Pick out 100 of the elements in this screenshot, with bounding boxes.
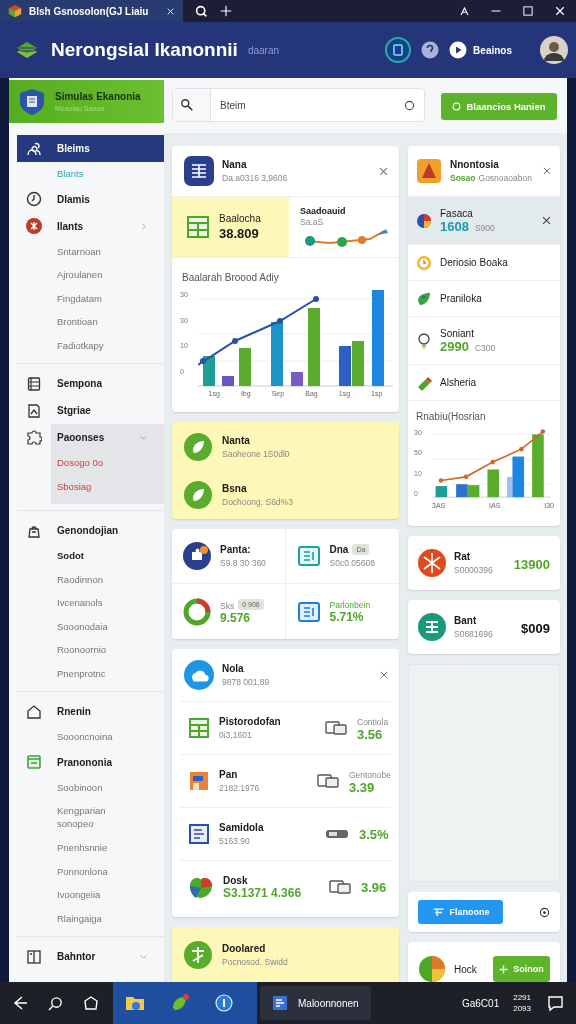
back-icon[interactable] xyxy=(12,995,28,1011)
note-text: Saoheone 1S0dl0 xyxy=(222,448,290,459)
sidebar-item[interactable]: Genondojian xyxy=(17,517,164,544)
chart-bar xyxy=(271,322,283,386)
taskbar-window[interactable]: Maloonnonen xyxy=(260,986,371,1020)
note-text: Dochoong. S6d%3 xyxy=(222,496,293,507)
list-item[interactable]: Fasaca 1608 S900 xyxy=(408,196,560,244)
play-icon[interactable] xyxy=(449,41,468,59)
sidebar-subitem[interactable]: Pnenprotnc xyxy=(17,661,164,685)
action-button[interactable]: Flanoone xyxy=(418,900,503,924)
list-item[interactable]: Soniant 2990 C300 xyxy=(408,316,560,364)
note-title: Nanta xyxy=(222,434,251,446)
cloud-icon xyxy=(184,660,214,690)
search-field[interactable]: Bteim xyxy=(172,88,425,122)
sidebar-subitem[interactable]: Sodot xyxy=(17,544,164,568)
sidebar-subitem[interactable]: Pnenhsnnie xyxy=(17,836,164,860)
sidebar-item[interactable]: Ilants xyxy=(17,212,164,240)
metric-value: 38.809 xyxy=(219,226,260,241)
sidebar-subitem[interactable]: Ajroulanen xyxy=(17,263,164,287)
add-button[interactable]: Soinon xyxy=(492,956,550,982)
search-input[interactable]: Bteim xyxy=(211,98,404,112)
browser-tab[interactable]: Blsh Gsnosolon(GJ Liaiu xyxy=(0,0,183,22)
sidebar-item[interactable]: Paoonses xyxy=(17,424,164,451)
list-item[interactable]: Deriosio Boaka xyxy=(408,244,560,280)
app-icon[interactable] xyxy=(385,37,412,63)
sidebar-subitem[interactable]: Roonoornio xyxy=(17,638,164,662)
sidebar-item[interactable]: Stgriae xyxy=(17,397,164,424)
sidebar-subitem[interactable]: Ponnonlona xyxy=(17,859,164,883)
plus-icon xyxy=(220,5,232,17)
sidebar-subitem[interactable]: Ivoongeiia xyxy=(17,883,164,907)
maximize-icon xyxy=(522,5,534,17)
chart-bar xyxy=(222,376,234,386)
sidebar-subitem[interactable]: Dosogo 0o xyxy=(17,451,164,475)
item-title: Praniloka xyxy=(440,293,483,304)
calendar-icon xyxy=(26,754,42,770)
layers-icon xyxy=(15,40,39,60)
sidebar-subitem[interactable]: Sntarnoan xyxy=(17,239,164,263)
stat-title: Parlonbein xyxy=(329,599,371,610)
row-value: S3.1371 4.366 xyxy=(223,885,303,900)
sidebar-title: Simulas Ekanonia xyxy=(55,91,141,102)
stat-title: Sks xyxy=(220,601,235,611)
list-item[interactable]: Praniloka xyxy=(408,280,560,316)
account-title: Bant xyxy=(454,615,478,626)
sidebar-item[interactable]: Pranononia xyxy=(17,748,164,776)
bulb-icon xyxy=(416,332,432,349)
row-amount: 3.56 xyxy=(357,727,384,742)
user-name[interactable]: Beainos xyxy=(473,44,512,56)
sidebar-subitem[interactable]: Blants xyxy=(17,162,164,186)
sidebar-subitem[interactable]: Fingdatam xyxy=(17,286,164,310)
sidebar-item[interactable]: Rnenin xyxy=(17,698,164,725)
document-icon xyxy=(296,544,321,568)
help-icon[interactable] xyxy=(421,41,440,59)
sidebar-item[interactable]: Sempona xyxy=(17,370,164,397)
avatar[interactable] xyxy=(540,36,568,64)
chart-point xyxy=(463,474,469,480)
sidebar-subitem[interactable]: Ivcenanols xyxy=(17,591,164,615)
stat-title: Panta: xyxy=(220,544,251,555)
chart-bar xyxy=(487,469,500,498)
chart-point xyxy=(438,478,444,483)
row-value: 2182.1976 xyxy=(219,783,261,793)
row-amount: 3.5% xyxy=(359,826,389,842)
account-number: S0000396 xyxy=(454,565,494,575)
primary-button[interactable]: Blaancios Hanien xyxy=(441,93,557,120)
cube-icon xyxy=(8,4,22,18)
stat-value: S9.8 30 360 xyxy=(220,558,266,568)
chart-bar xyxy=(339,346,351,386)
clock-date: 2093 xyxy=(513,1003,531,1014)
chart-bar xyxy=(239,348,251,386)
notification-icon[interactable] xyxy=(547,994,564,1012)
metric-label: Baalocha xyxy=(219,213,261,224)
folder-icon[interactable] xyxy=(125,994,145,1012)
sidebar-item[interactable]: Dlamis xyxy=(17,185,164,213)
chart-point xyxy=(490,459,495,465)
stat-value: S0c0.05608 xyxy=(329,558,375,568)
sidebar-subitem[interactable]: Raodinnon xyxy=(17,567,164,591)
chart-point xyxy=(277,318,283,324)
card-title: Nola xyxy=(222,663,245,674)
sidebar-subitem[interactable]: Brontioan xyxy=(17,310,164,334)
chart-bar xyxy=(435,486,448,498)
sidebar-item[interactable]: Bleims xyxy=(17,135,164,162)
sidebar-subitem[interactable]: Fadiotkapy xyxy=(17,333,164,357)
account-title: Rat xyxy=(454,551,472,562)
tag-label: Sosao xyxy=(450,173,476,183)
donut-icon xyxy=(183,597,211,626)
info-icon[interactable] xyxy=(215,994,233,1012)
card-subtitle: Gosnoaoabon xyxy=(478,173,532,183)
sidebar-subitem[interactable]: Soooncnoina xyxy=(17,725,164,749)
search-icon[interactable] xyxy=(48,995,63,1011)
note-title: Bsna xyxy=(222,482,248,494)
sidebar-item[interactable]: Bahntor xyxy=(17,943,164,970)
chart-point xyxy=(540,429,546,434)
sidebar-subitem[interactable]: Sbosiag xyxy=(17,474,164,498)
sidebar-subitem[interactable]: Sooonodaia xyxy=(17,614,164,638)
list-item[interactable]: Alsheria xyxy=(408,364,560,400)
sidebar-subitem[interactable]: Soobinoon xyxy=(17,775,164,799)
settings-icon[interactable] xyxy=(539,906,550,918)
sidebar-subitem[interactable]: Rlaingaiga xyxy=(17,906,164,930)
sidebar-subitem[interactable]: Kengparian sonopeo xyxy=(17,799,137,836)
item-title: Fasaca xyxy=(440,207,474,219)
search-icon xyxy=(195,4,208,18)
